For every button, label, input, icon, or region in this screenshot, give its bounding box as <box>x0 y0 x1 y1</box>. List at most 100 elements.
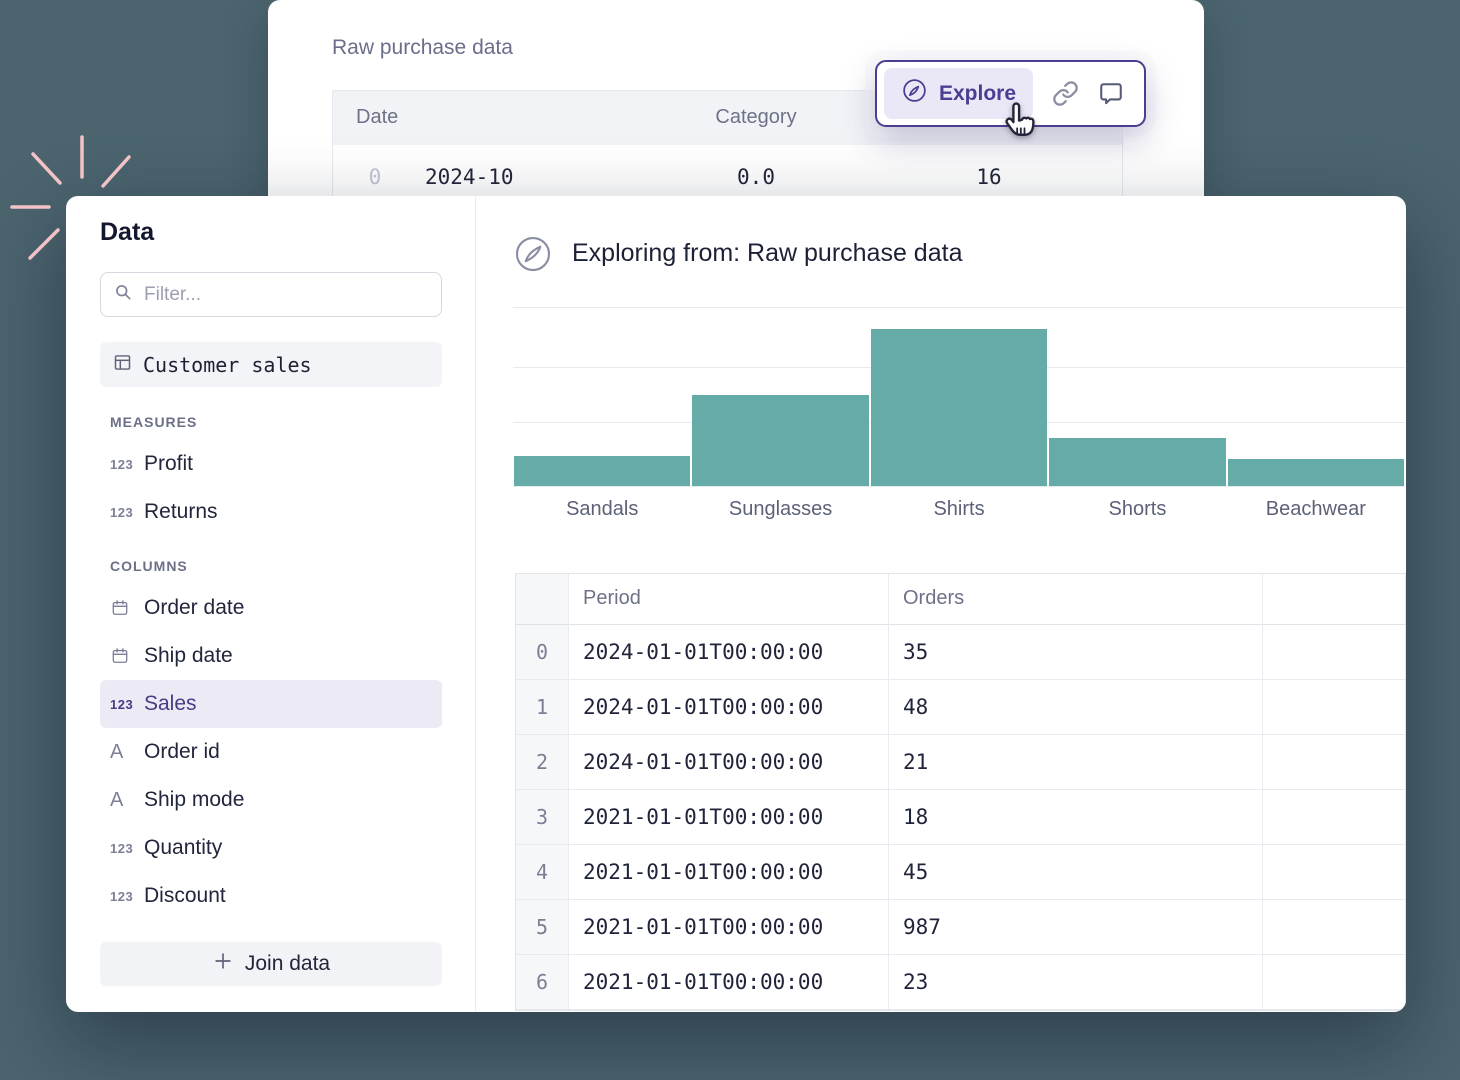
row-empty <box>1263 790 1405 845</box>
link-icon[interactable] <box>1052 80 1079 107</box>
sidebar-item-returns[interactable]: 123Returns <box>100 488 442 536</box>
filter-input[interactable] <box>142 283 429 307</box>
row-orders: 21 <box>889 735 1263 790</box>
bar-shorts[interactable] <box>1048 308 1226 486</box>
raw-row-date: 2024-10 <box>425 165 514 189</box>
category-label-sandals: Sandals <box>513 498 691 521</box>
sidebar-item-order-id[interactable]: AOrder id <box>100 728 442 776</box>
row-empty <box>1263 735 1405 790</box>
calendar-icon <box>110 598 144 618</box>
row-empty <box>1263 845 1405 900</box>
explorer-title: Exploring from: Raw purchase data <box>572 239 962 268</box>
category-label-sunglasses: Sunglasses <box>691 498 869 521</box>
measures-list: 123Profit123Returns <box>66 440 475 536</box>
number-type-icon: 123 <box>110 505 144 520</box>
chart-bars <box>513 308 1405 486</box>
measures-section-label: MEASURES <box>110 414 197 430</box>
raw-col-category: Category <box>715 106 796 129</box>
sidebar-item-quantity[interactable]: 123Quantity <box>100 824 442 872</box>
row-empty <box>1263 680 1405 735</box>
row-period: 2024-01-01T00:00:00 <box>569 625 889 680</box>
bar-beachwear[interactable] <box>1227 308 1405 486</box>
row-period: 2021-01-01T00:00:00 <box>569 900 889 955</box>
row-period: 2021-01-01T00:00:00 <box>569 845 889 900</box>
category-label-beachwear: Beachwear <box>1227 498 1405 521</box>
sidebar-item-discount[interactable]: 123Discount <box>100 872 442 920</box>
chart-category-labels: SandalsSunglassesShirtsShortsBeachwear <box>513 498 1405 521</box>
row-index: 5 <box>516 900 569 955</box>
text-type-icon: A <box>110 741 144 764</box>
bar-rect <box>692 395 868 486</box>
columns-section-label: COLUMNS <box>110 558 188 574</box>
data-sidebar: Data Customer sales MEASURE <box>66 196 476 1012</box>
row-period: 2024-01-01T00:00:00 <box>569 680 889 735</box>
dataset-item-customer-sales[interactable]: Customer sales <box>100 342 442 387</box>
row-empty <box>1263 955 1405 1010</box>
search-icon <box>113 282 133 307</box>
sidebar-item-order-date[interactable]: Order date <box>100 584 442 632</box>
explorer-table: Period Orders 02024-01-01T00:00:00351202… <box>515 573 1406 1011</box>
bar-shirts[interactable] <box>870 308 1048 486</box>
join-data-label: Join data <box>245 952 330 976</box>
row-orders: 35 <box>889 625 1263 680</box>
sidebar-item-label: Order id <box>144 740 220 764</box>
number-type-icon: 123 <box>110 697 144 712</box>
row-orders: 45 <box>889 845 1263 900</box>
row-index: 2 <box>516 735 569 790</box>
row-orders: 18 <box>889 790 1263 845</box>
sidebar-item-ship-mode[interactable]: AShip mode <box>100 776 442 824</box>
row-period: 2021-01-01T00:00:00 <box>569 955 889 1010</box>
hand-cursor <box>997 99 1041 143</box>
bar-rect <box>1228 459 1404 486</box>
bar-rect <box>1049 438 1225 486</box>
table-header-orders: Orders <box>889 574 1263 625</box>
filter-field <box>100 272 442 317</box>
number-type-icon: 123 <box>110 889 144 904</box>
sparkle-decoration <box>8 130 133 265</box>
row-index: 3 <box>516 790 569 845</box>
raw-col-date: Date <box>356 106 398 129</box>
sidebar-item-ship-date[interactable]: Ship date <box>100 632 442 680</box>
table-icon <box>112 352 133 378</box>
bar-sunglasses[interactable] <box>691 308 869 486</box>
row-empty <box>1263 900 1405 955</box>
row-period: 2024-01-01T00:00:00 <box>569 735 889 790</box>
text-type-icon: A <box>110 789 144 812</box>
row-orders: 23 <box>889 955 1263 1010</box>
row-period: 2021-01-01T00:00:00 <box>569 790 889 845</box>
table-header-empty <box>1263 574 1405 625</box>
sidebar-item-sales[interactable]: 123Sales <box>100 680 442 728</box>
row-index: 0 <box>516 625 569 680</box>
row-index: 1 <box>516 680 569 735</box>
join-data-button[interactable]: Join data <box>100 942 442 986</box>
raw-row-value: 16 <box>976 165 1001 189</box>
orders-bar-chart <box>513 307 1405 487</box>
row-empty <box>1263 625 1405 680</box>
plus-icon <box>212 950 234 978</box>
sidebar-item-label: Quantity <box>144 836 222 860</box>
sidebar-item-label: Ship mode <box>144 788 244 812</box>
raw-row-category: 0.0 <box>737 165 775 189</box>
sidebar-item-profit[interactable]: 123Profit <box>100 440 442 488</box>
sidebar-item-label: Ship date <box>144 644 233 668</box>
number-type-icon: 123 <box>110 841 144 856</box>
sidebar-item-label: Discount <box>144 884 226 908</box>
sidebar-item-label: Profit <box>144 452 193 476</box>
sidebar-item-label: Sales <box>144 692 197 716</box>
explorer-modal: Data Customer sales MEASURE <box>66 196 1406 1012</box>
row-index: 4 <box>516 845 569 900</box>
bar-rect <box>514 456 690 486</box>
bar-rect <box>871 329 1047 486</box>
sidebar-item-label: Order date <box>144 596 244 620</box>
explorer-panel: Exploring from: Raw purchase data Sandal… <box>476 196 1406 1012</box>
calendar-icon <box>110 646 144 666</box>
row-index: 6 <box>516 955 569 1010</box>
sidebar-item-label: Returns <box>144 500 218 524</box>
row-orders: 48 <box>889 680 1263 735</box>
bar-sandals[interactable] <box>513 308 691 486</box>
raw-row-index: 0 <box>369 165 382 189</box>
raw-data-card-title: Raw purchase data <box>332 36 513 60</box>
compass-icon <box>901 77 928 110</box>
row-orders: 987 <box>889 900 1263 955</box>
comment-icon[interactable] <box>1098 81 1124 107</box>
